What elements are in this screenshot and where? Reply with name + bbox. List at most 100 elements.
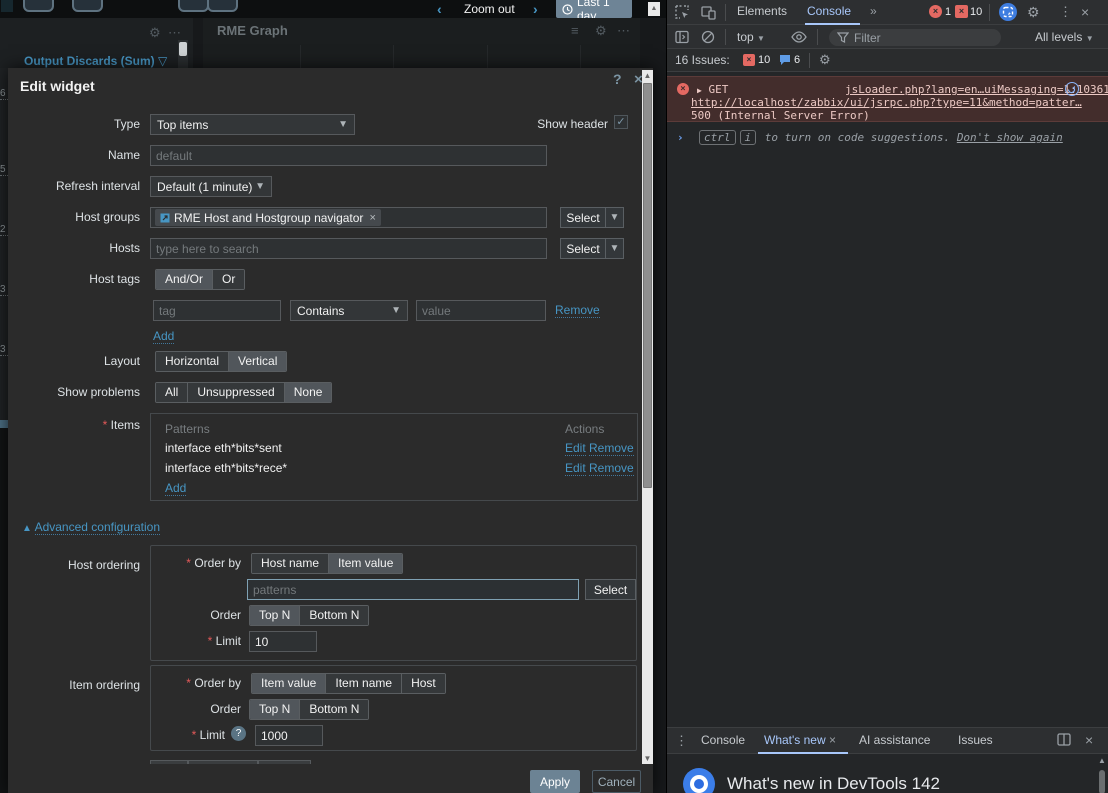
console-prompt[interactable]: › ctrli to turn on code suggestions. Don… bbox=[667, 128, 1108, 148]
widget-button-fragment[interactable] bbox=[207, 0, 238, 12]
issues-badge-icon[interactable]: × bbox=[955, 5, 968, 18]
advanced-configuration-toggle[interactable]: ▲ Advanced configuration bbox=[22, 520, 160, 534]
filter-funnel-icon[interactable]: ▽ bbox=[158, 54, 167, 68]
item-limit-input[interactable] bbox=[255, 725, 323, 746]
refresh-interval-select[interactable]: Default (1 minute) ▼ bbox=[150, 176, 272, 197]
item-remove-link[interactable]: Remove bbox=[589, 441, 634, 456]
log-levels-select[interactable]: All levels ▼ bbox=[1035, 30, 1094, 44]
host-ordering-select-button[interactable]: Select bbox=[585, 579, 636, 600]
segment-vertical[interactable]: Vertical bbox=[229, 352, 286, 371]
error-count[interactable]: 1 bbox=[945, 6, 951, 18]
time-forward-icon[interactable]: › bbox=[533, 0, 538, 18]
item-edit-link[interactable]: Edit bbox=[565, 461, 586, 476]
segment-top-n[interactable]: Top N bbox=[250, 606, 300, 625]
drawer-tab-issues[interactable]: Issues bbox=[958, 733, 993, 747]
segment-item-value[interactable]: Item value bbox=[329, 554, 402, 573]
tag-value-input[interactable] bbox=[416, 300, 546, 321]
cancel-button[interactable]: Cancel bbox=[592, 770, 641, 793]
widget-button-fragment[interactable] bbox=[178, 0, 209, 12]
name-input[interactable] bbox=[150, 145, 547, 166]
segment-bottom-n[interactable]: Bottom N bbox=[300, 700, 368, 719]
drawer-tab-whats-new[interactable]: What's new × bbox=[764, 733, 836, 747]
drawer-tab-ai-assistance[interactable]: AI assistance bbox=[859, 733, 930, 747]
segment-host-name[interactable]: Host name bbox=[252, 554, 329, 573]
tag-add-link[interactable]: Add bbox=[153, 329, 174, 344]
host-groups-multiselect[interactable]: RME Host and Hostgroup navigator × bbox=[150, 207, 547, 228]
legend-scrollbar-thumb[interactable] bbox=[179, 42, 187, 56]
widget-button-fragment[interactable] bbox=[72, 0, 103, 12]
apply-button[interactable]: Apply bbox=[530, 770, 580, 793]
inspect-icon[interactable] bbox=[675, 5, 690, 20]
type-select[interactable]: Top items ▼ bbox=[150, 114, 355, 135]
chevron-down-icon[interactable]: ▼ bbox=[606, 207, 624, 228]
chevron-down-icon[interactable]: ▼ bbox=[606, 238, 624, 259]
eye-icon[interactable] bbox=[791, 30, 807, 44]
segment-all[interactable]: All bbox=[156, 383, 188, 402]
segment-top-n[interactable]: Top N bbox=[250, 700, 300, 719]
segment-horizontal[interactable]: Horizontal bbox=[156, 352, 229, 371]
host-limit-input[interactable] bbox=[249, 631, 317, 652]
gear-icon[interactable]: ⚙ bbox=[595, 24, 607, 38]
segment-none[interactable]: None bbox=[285, 383, 332, 402]
drawer-tab-console[interactable]: Console bbox=[701, 733, 745, 747]
dont-show-again-link[interactable]: Don't show again bbox=[957, 131, 1063, 144]
legend-scrollbar[interactable] bbox=[178, 40, 188, 70]
device-toolbar-icon[interactable] bbox=[701, 5, 716, 20]
item-add-link[interactable]: Add bbox=[165, 481, 186, 496]
console-sidebar-icon[interactable] bbox=[675, 30, 689, 44]
issues-count-text[interactable]: 16 Issues: bbox=[675, 53, 730, 67]
help-icon[interactable]: ? bbox=[613, 71, 622, 87]
help-circle-icon[interactable]: ? bbox=[231, 726, 246, 741]
legend-column-link[interactable]: Output Discards (Sum) ▽ bbox=[24, 54, 167, 68]
host-ordering-patterns-input[interactable] bbox=[247, 579, 579, 600]
kebab-menu-icon[interactable]: ⋮ bbox=[1059, 4, 1072, 20]
time-back-icon[interactable]: ‹ bbox=[437, 0, 442, 18]
tab-elements[interactable]: Elements bbox=[737, 4, 787, 18]
legend-toggle-icon[interactable]: ≡ bbox=[571, 24, 579, 38]
close-tab-icon[interactable]: × bbox=[829, 733, 836, 747]
hosts-input[interactable] bbox=[150, 238, 547, 259]
segment-unsuppressed[interactable]: Unsuppressed bbox=[188, 383, 284, 402]
scrollbar-thumb[interactable] bbox=[643, 83, 652, 488]
chip-remove-icon[interactable]: × bbox=[369, 212, 375, 224]
hosts-select-button[interactable]: Select ▼ bbox=[560, 238, 624, 259]
issues-settings-gear-icon[interactable]: ⚙ bbox=[819, 52, 831, 68]
segment-bottom-n[interactable]: Bottom N bbox=[300, 606, 368, 625]
ai-insight-icon[interactable] bbox=[1065, 82, 1079, 96]
segment-andor[interactable]: And/Or bbox=[156, 270, 213, 289]
drawer-kebab-icon[interactable]: ⋮ bbox=[675, 733, 688, 749]
clear-console-icon[interactable] bbox=[701, 30, 715, 44]
scroll-up-icon[interactable]: ▲ bbox=[642, 70, 653, 81]
scroll-down-icon[interactable]: ▼ bbox=[642, 753, 653, 764]
tag-name-input[interactable] bbox=[153, 300, 281, 321]
more-tabs-icon[interactable]: » bbox=[870, 4, 877, 18]
segment-item-name[interactable]: Item name bbox=[326, 674, 402, 693]
console-filter-input[interactable]: Filter bbox=[829, 29, 1001, 46]
device-mode-active-icon[interactable] bbox=[999, 3, 1017, 21]
item-remove-link[interactable]: Remove bbox=[589, 461, 634, 476]
settings-gear-icon[interactable]: ⚙ bbox=[1027, 4, 1040, 21]
host-groups-select-button[interactable]: Select ▼ bbox=[560, 207, 624, 228]
error-count-icon[interactable]: × bbox=[929, 5, 942, 18]
expand-triangle-icon[interactable]: ▶ bbox=[697, 86, 702, 95]
error-url-link[interactable]: http://localhost/zabbix/ui/jsrpc.php?typ… bbox=[691, 96, 1082, 109]
item-edit-link[interactable]: Edit bbox=[565, 441, 586, 456]
host-group-chip[interactable]: RME Host and Hostgroup navigator × bbox=[155, 209, 381, 226]
segment-item-value[interactable]: Item value bbox=[252, 674, 326, 693]
page-scrollbar-up[interactable]: ▲ bbox=[648, 2, 660, 16]
split-panel-icon[interactable] bbox=[1057, 733, 1071, 746]
widget-button-fragment[interactable] bbox=[23, 0, 54, 12]
drawer-scrollbar[interactable]: ▲ bbox=[1097, 756, 1107, 793]
tab-console[interactable]: Console bbox=[807, 4, 851, 18]
segment-host[interactable]: Host bbox=[402, 674, 445, 693]
time-range-button[interactable]: Last 1 day bbox=[556, 0, 632, 18]
context-selector[interactable]: top ▼ bbox=[737, 30, 765, 44]
tag-operator-select[interactable]: Contains ▼ bbox=[290, 300, 408, 321]
zoom-out-button[interactable]: Zoom out bbox=[464, 2, 515, 16]
more-icon[interactable]: ⋯ bbox=[168, 26, 181, 40]
scrollbar-thumb[interactable] bbox=[1099, 770, 1105, 793]
close-drawer-icon[interactable]: × bbox=[1085, 732, 1093, 748]
gear-icon[interactable]: ⚙ bbox=[149, 26, 161, 40]
dialog-scrollbar[interactable]: ▲ ▼ bbox=[642, 70, 653, 764]
scroll-up-icon[interactable]: ▲ bbox=[1098, 756, 1106, 765]
